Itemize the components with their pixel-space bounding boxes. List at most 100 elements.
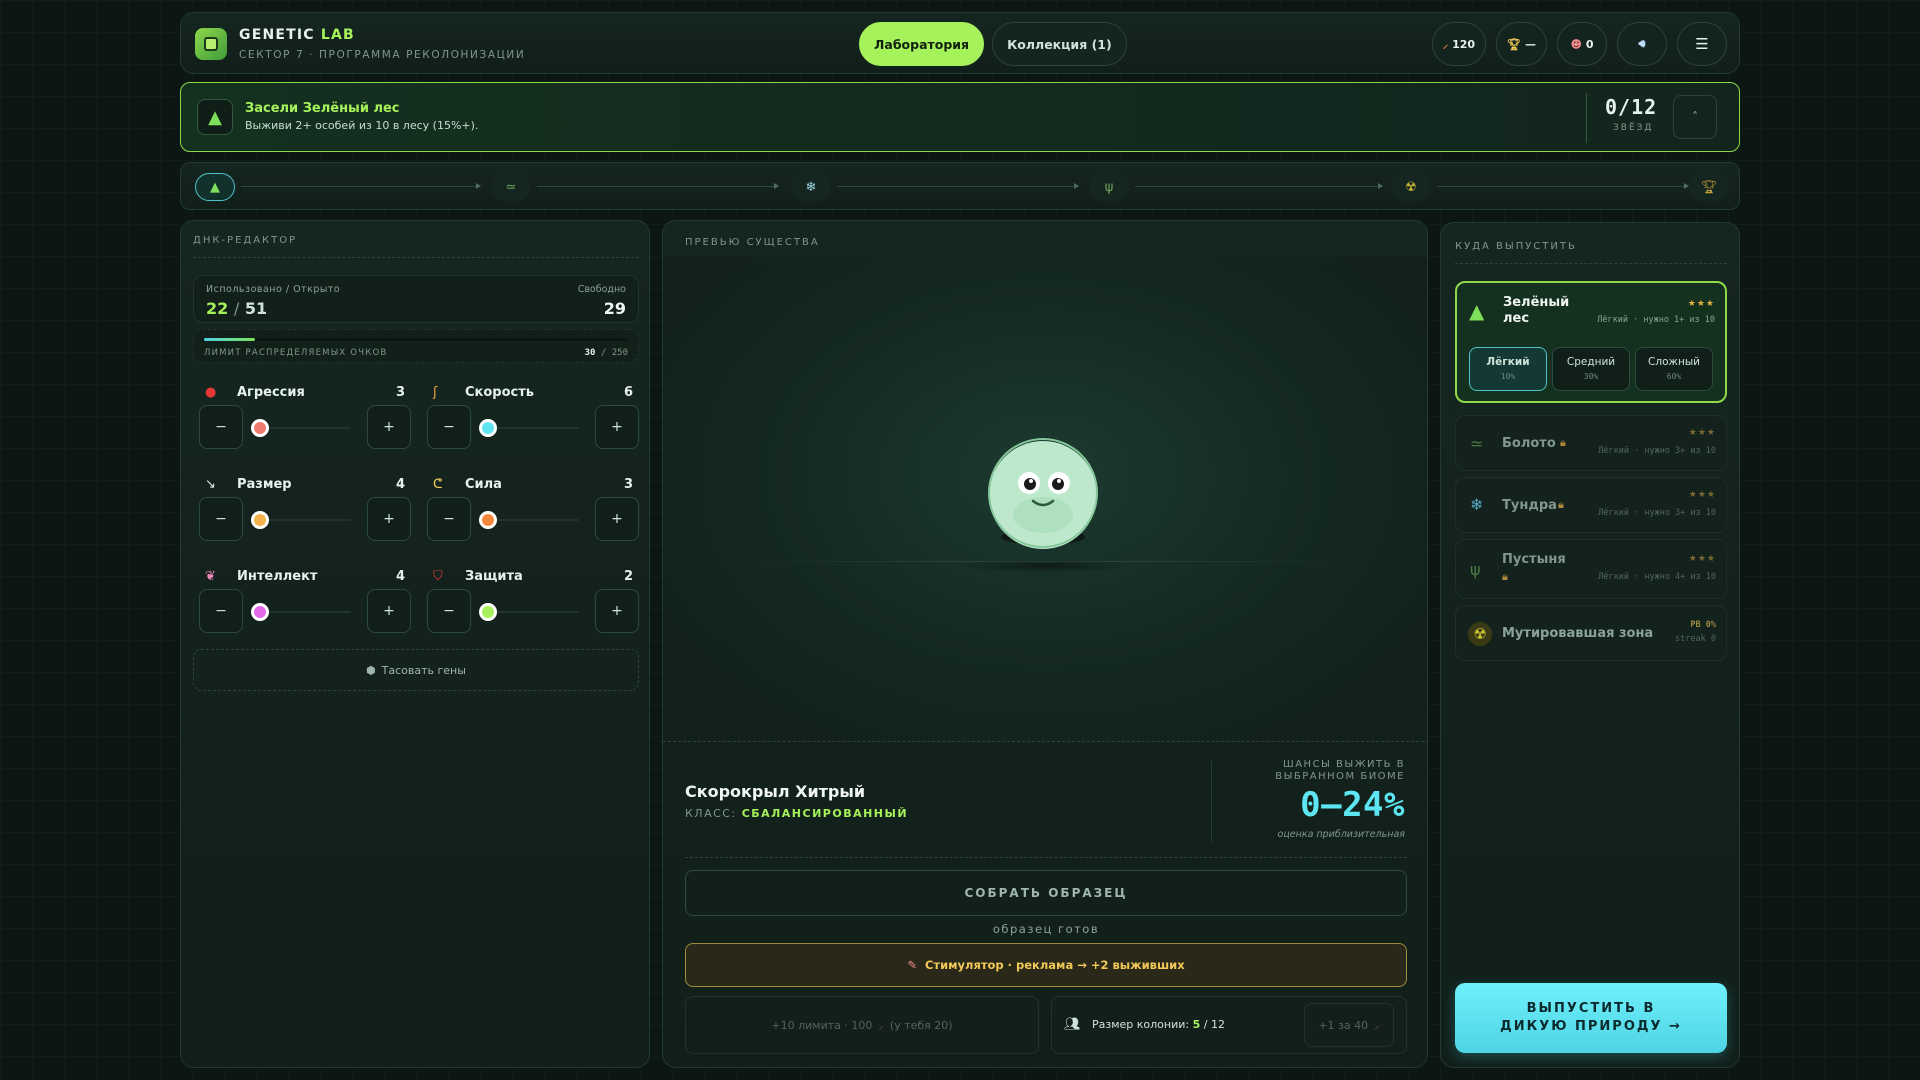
stat-decrease-button[interactable]: − xyxy=(427,497,471,541)
quest-description: Выживи 2+ особей из 10 в лесу (15%+). xyxy=(245,119,479,132)
difficulty-medium[interactable]: Средний 30% xyxy=(1552,347,1630,391)
biome-card-desert[interactable]: ψ Пустыня 🔒︎ ★★★ Лёгкий · нужно 4+ из 10 xyxy=(1455,539,1727,599)
stat-slider[interactable] xyxy=(479,603,579,621)
buy-colony-slot-button[interactable]: +1 за 40 ⸝ xyxy=(1304,1003,1394,1047)
stat-decrease-button[interactable]: − xyxy=(199,589,243,633)
difficulty-easy[interactable]: Лёгкий 10% xyxy=(1469,347,1547,391)
stat-label: Агрессия xyxy=(237,385,305,400)
sound-icon: 🔊︎ xyxy=(1638,37,1646,50)
stat-icon: ❦ xyxy=(205,569,216,584)
creature-preview-panel: ПРЕВЬЮ СУЩЕСТВА Скорокрыл Хитрый КЛАСС: … xyxy=(662,220,1428,1068)
sound-button[interactable]: 🔊︎ xyxy=(1617,22,1667,66)
stat-increase-button[interactable]: + xyxy=(595,589,639,633)
biome-card-mutated-zone[interactable]: ☢ Мутировавшая зона PB 0% streak 0 xyxy=(1455,605,1727,661)
cactus-icon: ψ xyxy=(1470,560,1481,579)
survival-chance-value: 0–24% xyxy=(1300,785,1405,825)
release-panel: КУДА ВЫПУСТИТЬ ▲ Зелёный лес ★★★ Лёгкий … xyxy=(1440,222,1740,1068)
stat-slider-knob[interactable] xyxy=(479,419,497,437)
stat-slider[interactable] xyxy=(251,511,351,529)
trophy-counter[interactable]: 🏆︎ — xyxy=(1496,22,1547,66)
stat-increase-button[interactable]: + xyxy=(367,589,411,633)
stat-label: Защита xyxy=(465,569,523,584)
stat-increase-button[interactable]: + xyxy=(367,405,411,449)
stat-slider-knob[interactable] xyxy=(251,419,269,437)
stat-increase-button[interactable]: + xyxy=(367,497,411,541)
dice-icon: ⬢ xyxy=(366,663,376,677)
top-bar: GENETIC LAB СЕКТОР 7 · ПРОГРАММА РЕКОЛОН… xyxy=(180,12,1740,74)
quest-banner: ▲ Засели Зелёный лес Выживи 2+ особей из… xyxy=(180,82,1740,152)
stat-increase-button[interactable]: + xyxy=(595,405,639,449)
buy-limit-button[interactable]: +10 лимита · 100 ⸝ (у тебя 20) xyxy=(685,996,1039,1054)
stimulator-ad-button[interactable]: ✎ Стимулятор · реклама → +2 выживших xyxy=(685,943,1407,987)
stat-decrease-button[interactable]: − xyxy=(427,405,471,449)
release-title: КУДА ВЫПУСТИТЬ xyxy=(1455,241,1577,252)
menu-button[interactable]: ☰ xyxy=(1677,22,1727,66)
stat-slider-knob[interactable] xyxy=(251,603,269,621)
collect-sample-button[interactable]: СОБРАТЬ ОБРАЗЕЦ xyxy=(685,870,1407,916)
difficulty-hard[interactable]: Сложный 60% xyxy=(1635,347,1713,391)
tab-laboratory[interactable]: Лаборатория xyxy=(859,22,985,66)
stat-icon: ↘ xyxy=(205,477,216,492)
trophy-icon: 🏆︎ xyxy=(1507,37,1521,51)
track-node-trophy[interactable]: 🏆︎ xyxy=(1689,173,1729,201)
shuffle-genes-button[interactable]: ⬢ Тасовать гены xyxy=(193,649,639,691)
colony-icon: 👥︎ xyxy=(1064,1017,1081,1032)
lock-icon: 🔒︎ xyxy=(1560,436,1566,449)
pet-counter[interactable]: ☻ 0 xyxy=(1557,22,1607,66)
leaf-currency-icon: ⸝ xyxy=(1374,1018,1380,1032)
biome-card-swamp[interactable]: ≃ Болото 🔒︎ ★★★ Лёгкий · нужно 3+ из 10 xyxy=(1455,415,1727,471)
stat-increase-button[interactable]: + xyxy=(595,497,639,541)
stat-slider[interactable] xyxy=(251,603,351,621)
stat-icon: ʃ xyxy=(433,385,438,400)
stars-label: ЗВЁЗД xyxy=(1613,123,1654,133)
biome-card-forest[interactable]: ▲ Зелёный лес ★★★ Лёгкий · нужно 1+ из 1… xyxy=(1455,281,1727,403)
track-node-swamp[interactable]: ≃ xyxy=(491,173,531,201)
biome-card-tundra[interactable]: ❄ Тундра 🔒︎ ★★★ Лёгкий · нужно 3+ из 10 xyxy=(1455,477,1727,533)
trophy-icon: 🏆︎ xyxy=(1700,179,1718,195)
release-to-wild-button[interactable]: ВЫПУСТИТЬ В ДИКУЮ ПРИРОДУ → xyxy=(1455,983,1727,1053)
stat-value: 4 xyxy=(395,477,405,492)
menu-icon: ☰ xyxy=(1695,35,1709,53)
stat-slider[interactable] xyxy=(479,511,579,529)
collapse-button[interactable]: ˄ xyxy=(1673,95,1717,139)
track-node-tundra[interactable]: ❄ xyxy=(791,173,831,201)
preview-title: ПРЕВЬЮ СУЩЕСТВА xyxy=(685,237,820,248)
logo-icon xyxy=(195,28,227,60)
track-node-forest[interactable]: ▲ xyxy=(195,173,235,201)
track-node-mutated[interactable]: ☢ xyxy=(1391,173,1431,201)
chevron-up-icon: ˄ xyxy=(1692,110,1698,124)
track-node-desert[interactable]: ψ xyxy=(1089,173,1129,201)
dna-editor-panel: ДНК-РЕДАКТОР Использовано / Открыто 22 /… xyxy=(180,220,650,1068)
creature-class: КЛАСС: СБАЛАНСИРОВАННЫЙ xyxy=(685,807,909,820)
stat-slider[interactable] xyxy=(251,419,351,437)
stat-icon: ᕦ xyxy=(433,477,443,492)
points-opened: 51 xyxy=(244,299,268,318)
stat-slider-knob[interactable] xyxy=(479,511,497,529)
lock-icon: 🔒︎ xyxy=(1502,570,1508,583)
stat-label: Скорость xyxy=(465,385,534,400)
sample-ready-text: образец готов xyxy=(992,922,1100,936)
stat-value: 3 xyxy=(395,385,405,400)
syringe-icon: ✎ xyxy=(907,958,917,972)
lock-icon: 🔒︎ xyxy=(1558,498,1564,511)
leaf-currency-icon: ⸝ xyxy=(1442,37,1449,51)
crocodile-icon: ≃ xyxy=(1470,434,1484,453)
stat-slider[interactable] xyxy=(479,419,579,437)
stat-decrease-button[interactable]: − xyxy=(199,497,243,541)
dna-editor-title: ДНК-РЕДАКТОР xyxy=(193,235,298,246)
stat-decrease-button[interactable]: − xyxy=(199,405,243,449)
app-subtitle: СЕКТОР 7 · ПРОГРАММА РЕКОЛОНИЗАЦИИ xyxy=(239,49,526,61)
snowflake-icon: ❄ xyxy=(1470,495,1484,514)
tab-collection[interactable]: Коллекция (1) xyxy=(992,22,1127,66)
currency-counter[interactable]: ⸝ 120 xyxy=(1431,22,1487,66)
stat-value: 2 xyxy=(623,569,633,584)
pet-icon: ☻ xyxy=(1570,37,1582,51)
stat-decrease-button[interactable]: − xyxy=(427,589,471,633)
stars-counter: 0/12 xyxy=(1605,95,1658,119)
stat-slider-knob[interactable] xyxy=(479,603,497,621)
stat-icon: ⛉ xyxy=(433,569,443,584)
stat-slider-knob[interactable] xyxy=(251,511,269,529)
points-free: 29 xyxy=(603,299,626,318)
preview-stage xyxy=(663,257,1427,741)
stat-label: Интеллект xyxy=(237,569,318,584)
